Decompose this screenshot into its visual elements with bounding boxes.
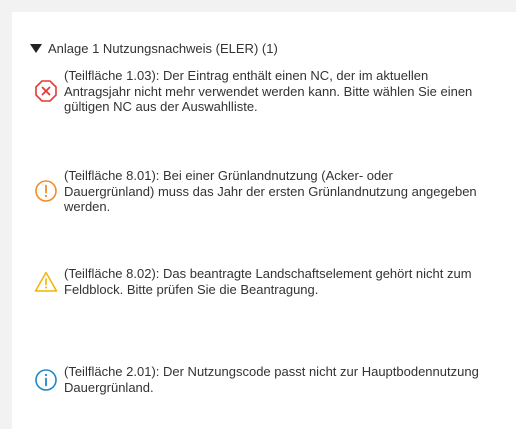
- message-text: (Teilfläche 8.01): Bei einer Grünlandnut…: [64, 168, 477, 214]
- message-text: (Teilfläche 8.02): Das beantragte Landsc…: [64, 266, 472, 297]
- message-text: (Teilfläche 1.03): Der Eintrag enthält e…: [64, 68, 473, 114]
- message-item-info[interactable]: (Teilfläche 2.01): Der Nutzungscode pass…: [34, 364, 484, 395]
- message-item-warning[interactable]: (Teilfläche 8.02): Das beantragte Landsc…: [34, 266, 484, 297]
- warning-triangle-icon: [34, 270, 58, 294]
- error-x-icon: [34, 79, 58, 103]
- info-circle-icon: [34, 368, 58, 392]
- message-list: (Teilfläche 1.03): Der Eintrag enthält e…: [0, 0, 516, 429]
- message-text: (Teilfläche 2.01): Der Nutzungscode pass…: [64, 364, 479, 395]
- exclamation-circle-icon: [34, 179, 58, 203]
- message-item-warning-orange[interactable]: (Teilfläche 8.01): Bei einer Grünlandnut…: [34, 168, 484, 215]
- message-item-error[interactable]: (Teilfläche 1.03): Der Eintrag enthält e…: [34, 68, 484, 115]
